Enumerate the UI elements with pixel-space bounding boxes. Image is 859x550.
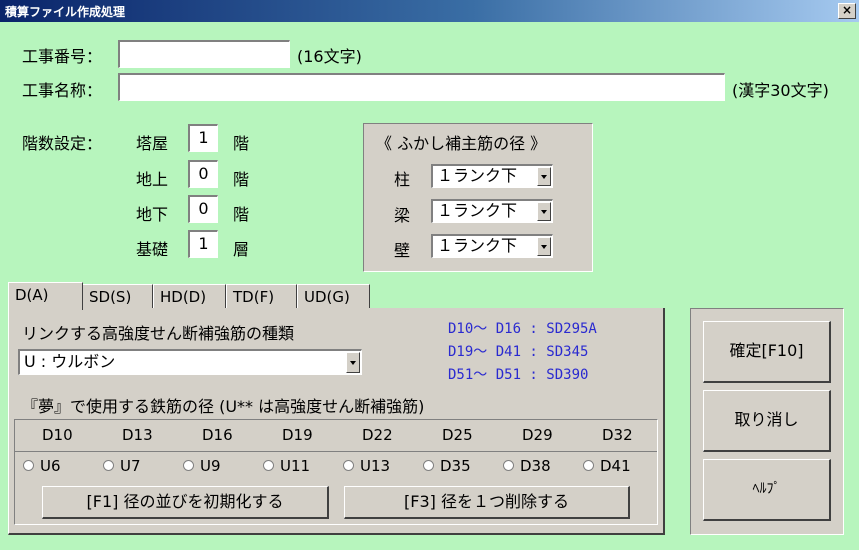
radio-d35[interactable] (423, 460, 434, 471)
link-type-select-value: U : ウルボン (24, 352, 116, 371)
floor-row-label-above-ground: 地上 (136, 170, 169, 189)
main-window: 積算ファイル作成処理 × 工事番号： (16文字) 工事名称： (漢字30文字)… (0, 0, 859, 550)
close-button[interactable]: × (838, 3, 856, 19)
floor-unit-above-ground: 階 (233, 170, 250, 189)
floor-row-label-foundation: 基礎 (136, 240, 169, 259)
tab-panel: リンクする高強度せん断補強筋の種類 U : ウルボン D10～ D16 : SD… (8, 308, 665, 535)
floor-unit-underground: 階 (233, 205, 250, 224)
delete-diameter-button[interactable]: [F3] 径を１つ削除する (344, 486, 630, 519)
option-u6: U6 (40, 457, 61, 475)
fukashi-select-wall[interactable]: １ランク下 (431, 234, 553, 258)
grade-note-1: D10～ D16 : SD295A (448, 321, 597, 337)
chevron-down-icon[interactable] (537, 202, 551, 221)
col-header-d22: D22 (362, 426, 393, 444)
radio-u7[interactable] (103, 460, 114, 471)
link-type-select[interactable]: U : ウルボン (18, 349, 362, 375)
fukashi-select-column-value: １ランク下 (437, 166, 518, 185)
fukashi-title: 《 ふかし補主筋の径 》 (376, 134, 547, 153)
diameter-grid: D10 D13 D16 D19 D22 D25 D29 D32 U6 U7 U9… (14, 419, 658, 525)
floor-input-foundation[interactable]: 1 (188, 230, 218, 258)
chevron-down-icon[interactable] (537, 237, 551, 256)
help-button[interactable]: ﾍﾙﾌﾟ (703, 459, 831, 521)
option-u9: U9 (200, 457, 221, 475)
grid-divider (15, 451, 657, 452)
tab-sd[interactable]: SD(S) (82, 284, 153, 308)
tab-td[interactable]: TD(F) (226, 284, 297, 308)
floor-input-underground[interactable]: 0 (188, 195, 218, 223)
project-name-input[interactable] (118, 73, 725, 101)
radio-u9[interactable] (183, 460, 194, 471)
close-icon: × (841, 3, 853, 17)
floor-unit-penthouse: 階 (233, 134, 250, 153)
link-type-label: リンクする高強度せん断補強筋の種類 (22, 324, 295, 343)
col-header-d16: D16 (202, 426, 233, 444)
col-header-d32: D32 (602, 426, 633, 444)
radio-u6[interactable] (23, 460, 34, 471)
fukashi-label-column: 柱 (394, 170, 411, 189)
floor-row-label-penthouse: 塔屋 (136, 134, 169, 153)
fukashi-label-wall: 壁 (394, 241, 411, 260)
radio-d38[interactable] (503, 460, 514, 471)
option-u11: U11 (280, 457, 311, 475)
fukashi-select-beam[interactable]: １ランク下 (431, 199, 553, 223)
col-header-d10: D10 (42, 426, 73, 444)
window-title: 積算ファイル作成処理 (5, 5, 126, 19)
cancel-button[interactable]: 取り消し (703, 390, 831, 452)
diameter-label: 『夢』で使用する鉄筋の径 (U** は高強度せん断補強筋) (22, 397, 425, 416)
grade-note-2: D19～ D41 : SD345 (448, 344, 589, 360)
fukashi-select-column[interactable]: １ランク下 (431, 164, 553, 188)
confirm-button[interactable]: 確定[F10] (703, 321, 831, 383)
floor-input-above-ground[interactable]: 0 (188, 160, 218, 188)
floor-input-penthouse[interactable]: 1 (188, 124, 218, 152)
option-d35: D35 (440, 457, 471, 475)
col-header-d29: D29 (522, 426, 553, 444)
fukashi-panel: 《 ふかし補主筋の径 》 柱 １ランク下 梁 １ランク下 壁 １ランク下 (363, 123, 593, 272)
action-panel: 確定[F10] 取り消し ﾍﾙﾌﾟ (690, 308, 844, 535)
title-bar[interactable]: 積算ファイル作成処理 × (0, 0, 859, 22)
floor-unit-foundation: 層 (233, 240, 250, 259)
fukashi-select-wall-value: １ランク下 (437, 236, 518, 255)
grade-note-3: D51～ D51 : SD390 (448, 367, 589, 383)
fukashi-select-beam-value: １ランク下 (437, 201, 518, 220)
fukashi-label-beam: 梁 (394, 206, 411, 225)
project-number-label: 工事番号： (22, 47, 103, 66)
radio-u11[interactable] (263, 460, 274, 471)
option-d41: D41 (600, 457, 631, 475)
chevron-down-icon[interactable] (346, 352, 360, 373)
floor-settings-label: 階数設定： (22, 134, 103, 153)
col-header-d13: D13 (122, 426, 153, 444)
floor-row-label-underground: 地下 (136, 205, 169, 224)
option-u13: U13 (360, 457, 391, 475)
project-name-label: 工事名称： (22, 81, 103, 100)
col-header-d25: D25 (442, 426, 473, 444)
col-header-d19: D19 (282, 426, 313, 444)
tab-ud[interactable]: UD(G) (297, 284, 370, 308)
option-d38: D38 (520, 457, 551, 475)
tab-d[interactable]: D(A) (8, 282, 83, 310)
radio-u13[interactable] (343, 460, 354, 471)
radio-d41[interactable] (583, 460, 594, 471)
tab-hd[interactable]: HD(D) (153, 284, 226, 308)
project-name-hint: (漢字30文字) (732, 81, 829, 100)
chevron-down-icon[interactable] (537, 167, 551, 186)
init-diameters-button[interactable]: [F1] 径の並びを初期化する (42, 486, 329, 519)
option-u7: U7 (120, 457, 141, 475)
project-number-hint: (16文字) (297, 47, 362, 66)
project-number-input[interactable] (118, 40, 290, 68)
